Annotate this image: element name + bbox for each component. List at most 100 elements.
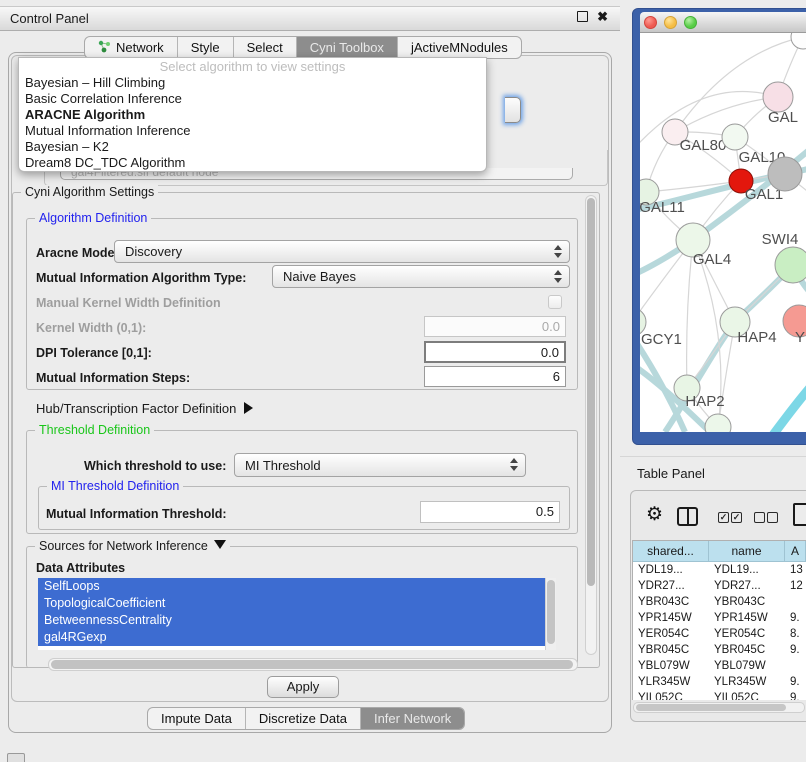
column-header-name[interactable]: name (709, 541, 785, 561)
manual-kernel-width-checkbox[interactable] (548, 295, 562, 309)
tab-label: jActiveMNodules (411, 40, 508, 55)
network-node[interactable] (791, 33, 806, 49)
control-panel-titlebar: Control Panel ✖ (0, 6, 620, 31)
attribute-list-item[interactable]: gal4RGexp (38, 629, 545, 646)
tab-select[interactable]: Select (234, 37, 297, 58)
tab-infer-network[interactable]: Infer Network (361, 708, 464, 729)
table-cell: YBL079W (633, 660, 709, 672)
which-threshold-value: MI Threshold (245, 458, 321, 473)
sources-legend[interactable]: Sources for Network Inference (35, 539, 230, 553)
node-table[interactable]: shared... name A YDL19...YDL19...13YDR27… (632, 540, 806, 700)
bright-cyan-edge (773, 383, 806, 432)
column-header-partial[interactable]: A (785, 541, 806, 561)
mi-algorithm-type-value: Naive Bayes (283, 269, 356, 284)
attribute-list-item[interactable]: BetweennessCentrality (38, 612, 545, 629)
table-row[interactable]: YPR145WYPR145W9. (633, 610, 806, 626)
close-traffic-light-icon[interactable] (644, 16, 657, 29)
spinner-arrows-icon (554, 245, 562, 258)
unchecked-checkbox-icon[interactable] (767, 512, 778, 523)
float-window-icon[interactable] (577, 11, 588, 22)
tab-network[interactable]: Network (85, 37, 178, 58)
table-cell: YER054C (709, 628, 785, 640)
gear-icon[interactable]: ⚙ (646, 503, 663, 526)
tab-impute-data[interactable]: Impute Data (148, 708, 246, 729)
which-threshold-select[interactable]: MI Threshold (234, 453, 526, 477)
network-node[interactable] (768, 157, 802, 191)
table-cell: YPR145W (709, 612, 785, 624)
dropdown-item[interactable]: Dream8 DC_TDC Algorithm (19, 155, 486, 171)
manual-kernel-width-label: Manual Kernel Width Definition (36, 296, 221, 310)
tab-jactivemnodules[interactable]: jActiveMNodules (398, 37, 521, 58)
table-row[interactable]: YDL19...YDL19...13 (633, 562, 806, 578)
tab-cyni-toolbox[interactable]: Cyni Toolbox (297, 37, 398, 58)
tab-label: Cyni Toolbox (310, 40, 384, 55)
aracne-mode-value: Discovery (125, 244, 182, 259)
table-cell: 9. (785, 692, 806, 700)
network-icon (98, 40, 111, 56)
table-cell: YBL079W (709, 660, 785, 672)
which-threshold-label: Which threshold to use: (84, 459, 226, 473)
dpi-tolerance-field[interactable]: 0.0 (424, 341, 566, 363)
unchecked-checkbox-icon[interactable] (754, 512, 765, 523)
spinner-arrows-icon (554, 270, 562, 283)
minimize-traffic-light-icon[interactable] (664, 16, 677, 29)
table-cell: YER054C (633, 628, 709, 640)
tab-discretize-data[interactable]: Discretize Data (246, 708, 361, 729)
attributes-scrollbar[interactable] (545, 578, 556, 650)
table-cell: YDL19... (633, 564, 709, 576)
attribute-list-item[interactable]: SelfLoops (38, 578, 545, 595)
table-horizontal-scrollbar[interactable] (633, 702, 805, 713)
settings-horizontal-scrollbar[interactable] (48, 658, 578, 671)
table-cell: 9. (785, 612, 806, 624)
aracne-mode-select[interactable]: Discovery (114, 240, 570, 263)
table-row[interactable]: YBR045CYBR045C9. (633, 642, 806, 658)
collapsed-arrow-icon (244, 402, 253, 414)
settings-vertical-scrollbar[interactable] (585, 195, 597, 655)
column-header-shared-name[interactable]: shared... (633, 541, 709, 561)
expanded-arrow-icon (214, 540, 226, 549)
node-label: HAP2 (685, 393, 724, 410)
data-attributes-list[interactable]: SelfLoopsTopologicalCoefficientBetweenne… (38, 578, 556, 650)
close-icon[interactable]: ✖ (597, 11, 608, 22)
network-node-gal10[interactable] (722, 124, 748, 150)
table-row[interactable]: YBR043CYBR043C (633, 594, 806, 610)
dropdown-item[interactable]: Mutual Information Inference (19, 123, 486, 139)
hub-definition-toggle[interactable]: Hub/Transcription Factor Definition (36, 401, 253, 416)
table-cell: YIL052C (633, 692, 709, 700)
hidden-focused-combo-edge[interactable] (505, 97, 521, 123)
zoom-traffic-light-icon[interactable] (684, 16, 697, 29)
dropdown-placeholder: Select algorithm to view settings (19, 58, 486, 75)
apply-button[interactable]: Apply (267, 676, 339, 698)
table-row[interactable]: YBL079WYBL079W (633, 658, 806, 674)
mi-steps-field[interactable]: 6 (424, 366, 566, 387)
dropdown-item[interactable]: ARACNE Algorithm (19, 107, 486, 123)
kernel-width-field[interactable]: 0.0 (424, 316, 566, 337)
mi-threshold-field[interactable]: 0.5 (420, 501, 560, 523)
network-graph: GALGAL80GAL10GAL1GAL11GAL4SWI4GCY1HAP4YH… (640, 33, 806, 432)
network-canvas[interactable]: GALGAL80GAL10GAL1GAL11GAL4SWI4GCY1HAP4YH… (640, 33, 806, 432)
table-row[interactable]: YER054CYER054C8. (633, 626, 806, 642)
network-node-gal[interactable] (763, 82, 793, 112)
dropdown-item[interactable]: Basic Correlation Inference (19, 91, 486, 107)
collapsed-panel-icon[interactable] (7, 753, 25, 762)
document-icon[interactable] (793, 503, 806, 526)
mi-algorithm-type-select[interactable]: Naive Bayes (272, 265, 570, 288)
control-panel-title: Control Panel (10, 11, 89, 26)
checked-checkbox-icon[interactable]: ✓ (718, 512, 729, 523)
attribute-list-item[interactable]: TopologicalCoefficient (38, 595, 545, 612)
control-panel-tabs: NetworkStyleSelect Cyni Toolbox jActiveMNo… (84, 36, 522, 59)
tab-style[interactable]: Style (178, 37, 234, 58)
table-row[interactable]: YIL052CYIL052C9. (633, 690, 806, 700)
mi-threshold-label: Mutual Information Threshold: (46, 507, 227, 521)
threshold-definition-legend: Threshold Definition (35, 423, 154, 437)
dropdown-item[interactable]: Bayesian – Hill Climbing (19, 75, 486, 91)
table-cell: 8. (785, 628, 806, 640)
node-label: GAL4 (693, 251, 731, 268)
dropdown-item[interactable]: Bayesian – K2 (19, 139, 486, 155)
table-row[interactable]: YLR345WYLR345W9. (633, 674, 806, 690)
node-label: GAL (768, 109, 798, 126)
column-selector-icon[interactable] (677, 507, 698, 526)
checked-checkbox-icon[interactable]: ✓ (731, 512, 742, 523)
table-row[interactable]: YDR27...YDR27...12 (633, 578, 806, 594)
network-node-swi4[interactable] (775, 247, 806, 283)
